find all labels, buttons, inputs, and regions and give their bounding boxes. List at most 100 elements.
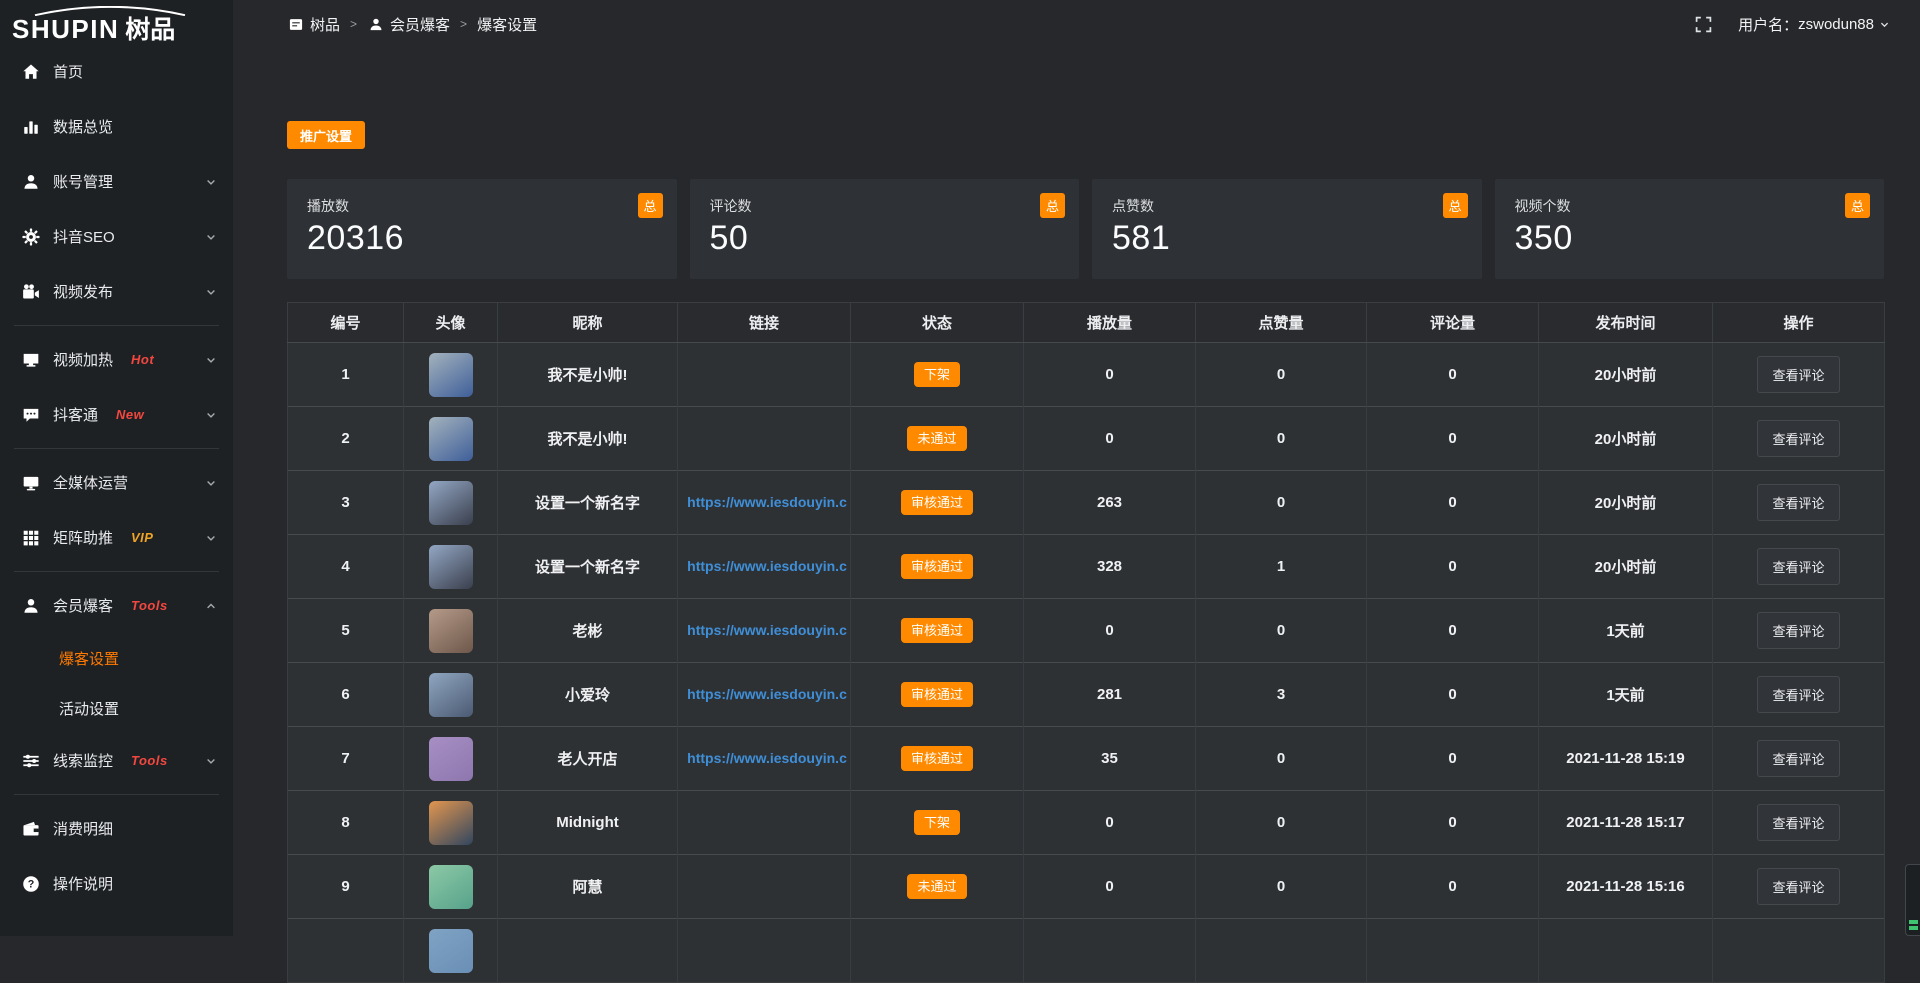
avatar <box>429 545 473 589</box>
sidebar-badge: New <box>116 407 144 422</box>
sidebar-item-home[interactable]: 首页 <box>0 44 233 99</box>
cell-plays: 0 <box>1024 599 1196 663</box>
view-comments-button[interactable]: 查看评论 <box>1757 484 1839 521</box>
video-link[interactable]: https://www.iesdouyin.c <box>687 750 847 766</box>
sidebar-item-member-baoke[interactable]: 会员爆客Tools <box>0 578 233 633</box>
sidebar-item-label: 首页 <box>53 61 83 82</box>
cell-comments: 0 <box>1367 343 1539 407</box>
cell-status: 审核通过 <box>851 471 1024 535</box>
help-icon: ? <box>22 875 40 893</box>
wallet-icon <box>22 820 40 838</box>
cell-publish-time: 20小时前 <box>1539 407 1713 471</box>
breadcrumb-item[interactable]: 爆客设置 <box>477 14 537 35</box>
avatar <box>429 353 473 397</box>
column-header: 状态 <box>851 303 1024 343</box>
cell-comments: 0 <box>1367 471 1539 535</box>
cell-nickname: 老人开店 <box>498 727 678 791</box>
column-header: 播放量 <box>1024 303 1196 343</box>
breadcrumb-item[interactable]: 树品 <box>287 14 340 35</box>
sidebar-item-douketong[interactable]: 抖客通New <box>0 387 233 442</box>
cell-serial: 1 <box>288 343 404 407</box>
sidebar-item-douyin-seo[interactable]: 抖音SEO <box>0 209 233 264</box>
sidebar-item-operation-guide[interactable]: ?操作说明 <box>0 856 233 911</box>
cell-plays: 0 <box>1024 407 1196 471</box>
cell-link: https://www.iesdouyin.c <box>678 727 851 791</box>
sidebar-item-label: 线索监控 <box>53 750 113 771</box>
view-comments-button[interactable]: 查看评论 <box>1757 356 1839 393</box>
sliders-icon <box>22 752 40 770</box>
topbar: 树品>会员爆客>爆客设置 用户名： zswodun88 <box>233 0 1920 48</box>
view-comments-button[interactable]: 查看评论 <box>1757 548 1839 585</box>
video-link[interactable]: https://www.iesdouyin.c <box>687 558 847 574</box>
cell-actions: 查看评论 <box>1713 791 1885 855</box>
cell-publish-time: 2021-11-28 15:16 <box>1539 855 1713 919</box>
breadcrumb-item[interactable]: 会员爆客 <box>367 14 450 35</box>
cell-avatar <box>404 919 498 983</box>
sidebar-item-matrix-boost[interactable]: 矩阵助推VIP <box>0 510 233 565</box>
cell-nickname <box>498 919 678 983</box>
sidebar-item-clue-monitor[interactable]: 线索监控Tools <box>0 733 233 788</box>
username-prefix: 用户名： <box>1738 14 1798 35</box>
cell-link <box>678 343 851 407</box>
cell-link <box>678 855 851 919</box>
table-header-row: 编号头像昵称链接状态播放量点赞量评论量发布时间操作 <box>288 303 1885 343</box>
fullscreen-icon[interactable] <box>1695 16 1712 33</box>
cell-comments: 0 <box>1367 663 1539 727</box>
svg-text:?: ? <box>28 878 35 890</box>
column-header: 发布时间 <box>1539 303 1713 343</box>
sidebar-item-consume-detail[interactable]: 消费明细 <box>0 801 233 856</box>
cell-avatar <box>404 663 498 727</box>
table-row: 3设置一个新名字https://www.iesdouyin.c审核通过26300… <box>288 471 1885 535</box>
main-area: 树品>会员爆客>爆客设置 用户名： zswodun88 推广设置 <box>233 0 1920 936</box>
sidebar-item-label: 会员爆客 <box>53 595 113 616</box>
cell-link: https://www.iesdouyin.c <box>678 663 851 727</box>
column-header: 头像 <box>404 303 498 343</box>
sidebar-item-label: 全媒体运营 <box>53 472 128 493</box>
chevron-down-icon <box>205 176 217 188</box>
widget-bar <box>1909 926 1918 930</box>
sidebar-item-data-overview[interactable]: 数据总览 <box>0 99 233 154</box>
promo-settings-button[interactable]: 推广设置 <box>287 121 365 149</box>
cell-likes: 0 <box>1196 727 1367 791</box>
video-link[interactable]: https://www.iesdouyin.c <box>687 622 847 638</box>
submenu-item-baoke-settings[interactable]: 爆客设置 <box>0 633 233 683</box>
cell-publish-time: 1天前 <box>1539 663 1713 727</box>
cell-plays: 0 <box>1024 855 1196 919</box>
stat-label: 视频个数 <box>1515 196 1865 216</box>
cell-link: https://www.iesdouyin.c <box>678 535 851 599</box>
submenu-item-activity-settings[interactable]: 活动设置 <box>0 683 233 733</box>
status-badge: 下架 <box>914 362 960 387</box>
cell-link <box>678 791 851 855</box>
sidebar-item-label: 视频发布 <box>53 281 113 302</box>
video-link[interactable]: https://www.iesdouyin.c <box>687 686 847 702</box>
stat-label: 播放数 <box>307 196 657 216</box>
table-row: 6小爱玲https://www.iesdouyin.c审核通过281301天前查… <box>288 663 1885 727</box>
stat-value: 350 <box>1515 219 1865 258</box>
table-row: 5老彬https://www.iesdouyin.c审核通过0001天前查看评论 <box>288 599 1885 663</box>
sidebar-item-label: 消费明细 <box>53 818 113 839</box>
view-comments-button[interactable]: 查看评论 <box>1757 676 1839 713</box>
sidebar-item-video-publish[interactable]: 视频发布 <box>0 264 233 319</box>
sidebar-item-account-manage[interactable]: 账号管理 <box>0 154 233 209</box>
floating-widget[interactable] <box>1905 864 1920 936</box>
view-comments-button[interactable]: 查看评论 <box>1757 612 1839 649</box>
sidebar-item-video-heat[interactable]: 视频加热Hot <box>0 332 233 387</box>
view-comments-button[interactable]: 查看评论 <box>1757 868 1839 905</box>
cell-status: 审核通过 <box>851 727 1024 791</box>
username-value: zswodun88 <box>1798 16 1874 33</box>
cell-publish-time: 20小时前 <box>1539 535 1713 599</box>
cell-plays <box>1024 919 1196 983</box>
view-comments-button[interactable]: 查看评论 <box>1757 420 1839 457</box>
cell-comments <box>1367 919 1539 983</box>
user-menu[interactable]: 用户名： zswodun88 <box>1738 14 1890 35</box>
cell-likes: 0 <box>1196 407 1367 471</box>
cell-plays: 263 <box>1024 471 1196 535</box>
sidebar-item-media-operation[interactable]: 全媒体运营 <box>0 455 233 510</box>
cell-link: https://www.iesdouyin.c <box>678 599 851 663</box>
view-comments-button[interactable]: 查看评论 <box>1757 804 1839 841</box>
breadcrumb-label: 树品 <box>310 14 340 35</box>
view-comments-button[interactable]: 查看评论 <box>1757 740 1839 777</box>
video-link[interactable]: https://www.iesdouyin.c <box>687 494 847 510</box>
table-row: 4设置一个新名字https://www.iesdouyin.c审核通过32810… <box>288 535 1885 599</box>
cell-actions <box>1713 919 1885 983</box>
